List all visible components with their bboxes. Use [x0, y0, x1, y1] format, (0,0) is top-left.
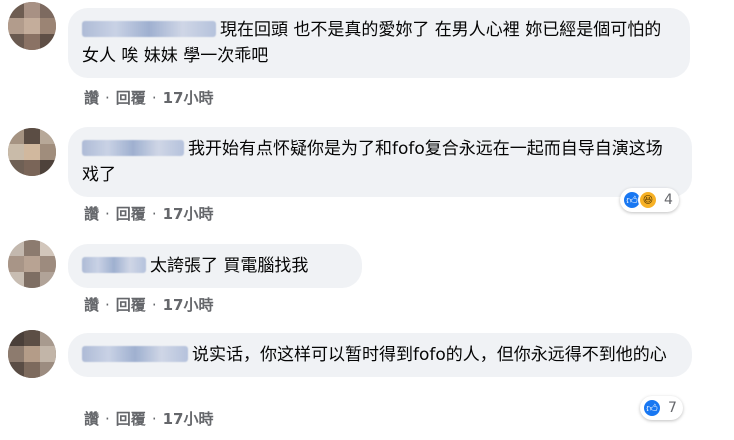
reaction-count: 7	[668, 400, 677, 416]
comment-bubble: 太誇張了 買電腦找我	[68, 244, 362, 288]
comment-bubble: 说实话，你这样可以暂时得到fofo的人，但你永远得不到他的心	[68, 333, 692, 377]
reply-link[interactable]: 回覆	[116, 203, 146, 224]
like-icon: 👍︎	[642, 398, 662, 418]
avatar[interactable]	[8, 240, 56, 288]
separator: ·	[151, 296, 157, 314]
author-name[interactable]	[82, 257, 146, 273]
comment-actions: 讚 · 回覆 · 17小時	[84, 408, 213, 429]
timestamp[interactable]: 17小時	[163, 294, 214, 315]
separator: ·	[105, 410, 110, 428]
separator: ·	[105, 296, 110, 314]
separator: ·	[151, 89, 157, 107]
comment-actions: 讚 · 回覆 · 17小時	[84, 203, 213, 224]
haha-icon: 😆︎	[638, 190, 658, 210]
separator: ·	[105, 205, 110, 223]
reply-link[interactable]: 回覆	[116, 87, 146, 108]
separator: ·	[151, 205, 157, 223]
author-name[interactable]	[82, 21, 216, 37]
reply-link[interactable]: 回覆	[116, 408, 146, 429]
like-link[interactable]: 讚	[84, 408, 99, 429]
reaction-count: 4	[664, 192, 673, 208]
author-name[interactable]	[82, 346, 188, 362]
timestamp[interactable]: 17小時	[163, 203, 214, 224]
like-link[interactable]: 讚	[84, 87, 99, 108]
comment-text: 太誇張了 買電腦找我	[150, 256, 309, 276]
comment-actions: 讚 · 回覆 · 17小時	[84, 87, 213, 108]
avatar[interactable]	[8, 330, 56, 378]
avatar[interactable]	[8, 128, 56, 176]
timestamp[interactable]: 17小時	[163, 408, 214, 429]
separator: ·	[105, 89, 110, 107]
reply-link[interactable]: 回覆	[116, 294, 146, 315]
author-name[interactable]	[82, 140, 184, 156]
comment-bubble: 我开始有点怀疑你是为了和fofo复合永远在一起而自导自演这场戏了	[68, 127, 692, 197]
timestamp[interactable]: 17小時	[163, 87, 214, 108]
comment-bubble: 現在回頭 也不是真的愛妳了 在男人心裡 妳已經是個可怕的女人 唉 妹妹 學一次乖…	[68, 8, 690, 78]
like-link[interactable]: 讚	[84, 203, 99, 224]
reaction-summary[interactable]: 👍︎ 😆︎ 4	[620, 188, 679, 212]
avatar[interactable]	[8, 2, 56, 50]
comment-actions: 讚 · 回覆 · 17小時	[84, 294, 213, 315]
separator: ·	[151, 410, 157, 428]
comment-text: 说实话，你这样可以暂时得到fofo的人，但你永远得不到他的心	[192, 345, 667, 365]
reaction-summary[interactable]: 👍︎ 7	[640, 396, 683, 420]
like-link[interactable]: 讚	[84, 294, 99, 315]
